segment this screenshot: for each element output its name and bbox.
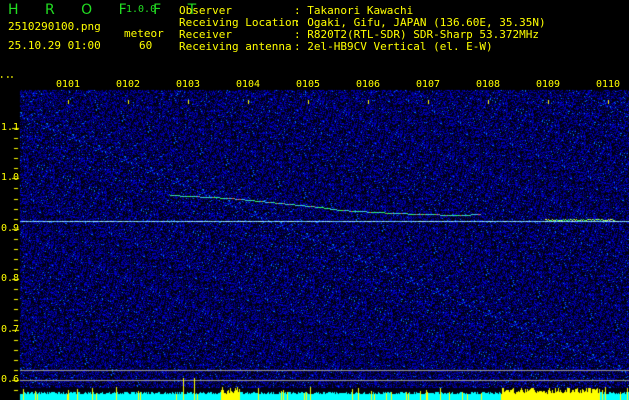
x-tick-label: 0108 xyxy=(476,79,501,90)
spectrogram xyxy=(0,78,629,400)
detection-count: 60 xyxy=(139,39,153,52)
file-name: 2510290100.png xyxy=(8,20,101,33)
info-value: : 2el-HB9CV Vertical (el. E-W) xyxy=(294,40,493,53)
y-tick-label: 0.7 xyxy=(1,323,20,335)
y-tick-label: 1.0 xyxy=(1,172,20,184)
file-datetime: 25.10.29 01:00 xyxy=(8,39,101,52)
app-version: 1.0.0 xyxy=(126,4,157,15)
x-tick-label: 0109 xyxy=(536,79,561,90)
y-tick-label: 0.8 xyxy=(1,273,20,285)
info-label: Receiving antenna xyxy=(179,40,292,53)
x-tick-label: 0107 xyxy=(416,79,441,90)
x-tick-label: 0102 xyxy=(116,79,141,90)
x-tick-label: 0105 xyxy=(296,79,321,90)
app-name: H R O F F T xyxy=(8,2,208,18)
y-tick-label: 0.9 xyxy=(1,222,20,234)
x-tick-label: 0103 xyxy=(176,79,201,90)
x-tick-label: 0106 xyxy=(356,79,381,90)
x-tick-label: 0101 xyxy=(56,79,81,90)
x-tick-label: 0104 xyxy=(236,79,261,90)
y-tick-label: 0.6 xyxy=(1,374,20,385)
x-tick-label: 0110 xyxy=(596,79,621,90)
y-tick-label: 1.1 xyxy=(1,122,20,133)
